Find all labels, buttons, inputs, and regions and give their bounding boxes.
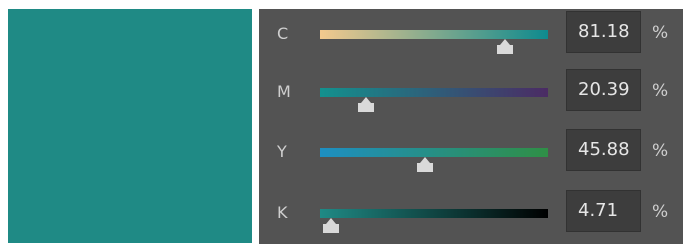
magenta-row: M 20.39 % — [259, 67, 683, 123]
black-slider-thumb[interactable] — [322, 218, 340, 233]
cyan-label: C — [277, 24, 289, 43]
magenta-unit-label: % — [652, 81, 669, 101]
black-label: K — [277, 203, 288, 222]
yellow-label: Y — [277, 142, 287, 161]
black-slider-track[interactable] — [320, 209, 548, 218]
magenta-value-input[interactable]: 20.39 — [566, 69, 641, 111]
cyan-unit-label: % — [652, 23, 669, 43]
yellow-slider-thumb[interactable] — [416, 157, 434, 172]
yellow-row: Y 45.88 % — [259, 127, 683, 183]
cyan-slider-track[interactable] — [320, 30, 548, 39]
color-preview-swatch — [8, 9, 252, 243]
cyan-slider-thumb[interactable] — [496, 39, 514, 54]
magenta-label: M — [277, 82, 291, 101]
magenta-slider-track[interactable] — [320, 88, 548, 97]
black-unit-label: % — [652, 202, 669, 222]
yellow-value-input[interactable]: 45.88 — [566, 129, 641, 171]
magenta-slider-thumb[interactable] — [357, 97, 375, 112]
yellow-slider-track[interactable] — [320, 148, 548, 157]
cyan-value-input[interactable]: 81.18 — [566, 11, 641, 53]
black-row: K 4.71 % — [259, 188, 683, 244]
cyan-row: C 81.18 % — [259, 9, 683, 65]
black-value-input[interactable]: 4.71 — [566, 190, 641, 232]
cmyk-slider-panel: C 81.18 % M 20.39 % Y 45.88 % K 4.71 % — [259, 9, 683, 244]
yellow-unit-label: % — [652, 141, 669, 161]
